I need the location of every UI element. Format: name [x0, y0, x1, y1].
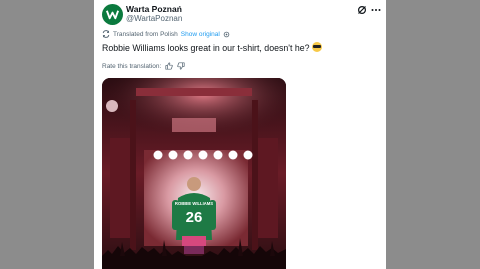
author-name[interactable]: Warta Poznań [126, 4, 182, 14]
thumbs-up-icon[interactable] [165, 62, 173, 70]
shirt-name-text: ROBBIE WILLIAMS [175, 201, 213, 206]
rate-translation-label: Rate this translation: [102, 62, 162, 70]
thumbs-down-icon[interactable] [177, 62, 185, 70]
post-card: Warta Poznań @WartaPoznan Translated fro… [94, 0, 386, 269]
show-original-link[interactable]: Show original [181, 31, 220, 38]
settings-icon[interactable] [223, 31, 230, 38]
shirt-number-text: 26 [186, 209, 203, 226]
warta-logo-icon [105, 10, 120, 20]
translated-from-label: Translated from Polish [113, 30, 178, 38]
page-backdrop-right [386, 0, 480, 269]
sunglasses-emoji-icon [311, 42, 322, 52]
more-options-icon[interactable] [370, 4, 382, 16]
rate-translation: Rate this translation: [102, 62, 185, 70]
grok-icon[interactable] [356, 4, 368, 16]
avatar[interactable] [102, 4, 123, 25]
translate-icon [102, 30, 110, 38]
post-photo[interactable]: ROBBIE WILLIAMS 26 [102, 78, 286, 269]
translation-info: Translated from Polish Show original [102, 30, 230, 38]
post-text: Robbie Williams looks great in our t-shi… [102, 42, 322, 53]
post-text-body: Robbie Williams looks great in our t-shi… [102, 43, 310, 53]
page-backdrop-left [0, 0, 94, 269]
author-handle[interactable]: @WartaPoznan [126, 14, 182, 23]
